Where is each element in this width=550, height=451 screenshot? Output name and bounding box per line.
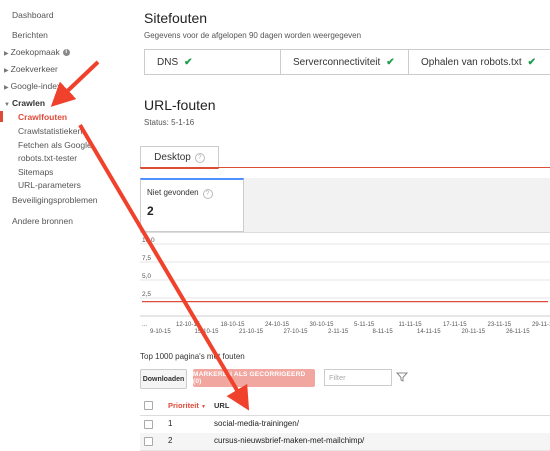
robots-fetch-label: Ophalen van robots.txt bbox=[421, 56, 522, 68]
tab-desktop-label: Desktop bbox=[154, 152, 191, 163]
x-tick-label: 26-11-15 bbox=[506, 329, 530, 335]
x-tick-label: 12-10-15 bbox=[176, 322, 201, 328]
x-tick-label: 5-11-15 bbox=[354, 322, 375, 328]
x-tick-label: 14-11-15 bbox=[417, 329, 441, 335]
not-found-label: Niet gevonden bbox=[147, 188, 199, 197]
x-tick-label: 18-10-15 bbox=[221, 322, 246, 328]
download-button[interactable]: Downloaden bbox=[140, 369, 187, 389]
priority-header-label: Prioriteit bbox=[168, 401, 199, 410]
x-tick-label: 21-10-15 bbox=[239, 329, 264, 335]
sidebar-item-url-parameters[interactable]: URL-parameters bbox=[18, 180, 81, 190]
select-all-checkbox[interactable] bbox=[144, 401, 153, 410]
sidebar-item-beveiligingsproblemen[interactable]: Beveiligingsproblemen bbox=[12, 195, 98, 205]
y-tick-label: 5,0 bbox=[142, 273, 151, 280]
robots-fetch-status[interactable]: Ophalen van robots.txt ✔ bbox=[409, 50, 550, 74]
help-icon[interactable]: ? bbox=[202, 189, 213, 199]
not-found-count: 2 bbox=[147, 204, 154, 218]
tab-desktop[interactable]: Desktop? bbox=[140, 146, 219, 169]
url-errors-chart: 10,0 7,5 5,0 2,5... 12-10-15 18-10-15 24-10-15… bbox=[140, 237, 550, 335]
expand-triangle-icon: ▶ bbox=[4, 51, 9, 57]
sidebar-item-zoekopmaak[interactable]: ▶ Zoekopmaak i bbox=[4, 47, 70, 57]
x-tick-label: 27-10-15 bbox=[284, 329, 309, 335]
info-icon[interactable]: i bbox=[62, 49, 70, 57]
x-tick-label: 30-10-15 bbox=[310, 322, 335, 328]
x-tick-label: 15-10-15 bbox=[195, 329, 220, 335]
sidebar-item-fetchen-als-google[interactable]: Fetchen als Google bbox=[18, 140, 92, 150]
row-url[interactable]: social-media-trainingen/ bbox=[214, 419, 299, 428]
server-connectivity-status[interactable]: Serverconnectiviteit ✔ bbox=[281, 50, 409, 74]
check-icon: ✔ bbox=[184, 56, 193, 68]
sidebar-nav: Dashboard Berichten ▶ Zoekopmaak i ▶ Zoekve… bbox=[0, 0, 128, 446]
sidebar-item-dashboard[interactable]: Dashboard bbox=[12, 10, 54, 20]
filter-input[interactable]: Filter bbox=[324, 369, 392, 386]
sidebar-item-label: Crawlen bbox=[11, 98, 46, 108]
sidebar-item-berichten[interactable]: Berichten bbox=[12, 30, 48, 40]
sidebar-item-label: Zoekverkeer bbox=[10, 64, 58, 74]
not-found-metric[interactable]: Niet gevonden? 2 bbox=[140, 178, 244, 232]
site-errors-status-box: DNS ✔ Serverconnectiviteit ✔ Ophalen van r… bbox=[144, 49, 550, 75]
url-errors-status: Status: 5-1-16 bbox=[144, 118, 195, 127]
tab-underline bbox=[140, 167, 550, 168]
sidebar-item-label: Zoekopmaak bbox=[10, 47, 60, 57]
y-tick-label: 10,0 bbox=[142, 237, 155, 244]
row-url[interactable]: cursus-nieuwsbrief-maken-met-mailchimp/ bbox=[214, 436, 364, 445]
x-tick-label: ... bbox=[142, 322, 147, 328]
x-tick-label: 24-10-15 bbox=[265, 322, 290, 328]
sidebar-item-robots-tester[interactable]: robots.txt-tester bbox=[18, 153, 77, 163]
sidebar-item-crawlen[interactable]: ▼ Crawlen bbox=[4, 98, 45, 108]
sidebar-item-google-index[interactable]: ▶ Google-index bbox=[4, 81, 61, 91]
dns-label: DNS bbox=[157, 56, 179, 68]
dns-status[interactable]: DNS ✔ bbox=[145, 50, 281, 74]
url-errors-title: URL-fouten bbox=[144, 97, 216, 113]
y-tick-label: 2,5 bbox=[142, 291, 151, 298]
x-tick-label: 23-11-15 bbox=[488, 322, 512, 328]
x-tick-label: 29-11-15 bbox=[532, 322, 550, 328]
sidebar-item-label: Google-index bbox=[10, 81, 62, 91]
row-checkbox[interactable] bbox=[144, 420, 153, 429]
table-header: Prioriteit ▼ URL bbox=[140, 395, 550, 416]
priority-column-header[interactable]: Prioriteit ▼ bbox=[168, 401, 206, 410]
site-errors-description: Gegevens voor de afgelopen 90 dagen word… bbox=[144, 31, 362, 40]
check-icon: ✔ bbox=[386, 56, 395, 68]
sidebar-item-sitemaps[interactable]: Sitemaps bbox=[18, 167, 53, 177]
x-tick-label: 20-11-15 bbox=[462, 329, 486, 335]
x-tick-label: 17-11-15 bbox=[443, 322, 467, 328]
url-column-header[interactable]: URL bbox=[214, 401, 229, 410]
row-checkbox[interactable] bbox=[144, 437, 153, 446]
mark-as-fixed-button[interactable]: MARKEREN ALS GECORRIGEERD (0) bbox=[193, 369, 315, 387]
expand-triangle-icon: ▶ bbox=[4, 68, 9, 74]
x-tick-label: 8-11-15 bbox=[373, 329, 394, 335]
check-icon: ✔ bbox=[527, 56, 537, 68]
expand-triangle-icon: ▶ bbox=[4, 85, 9, 91]
row-priority: 1 bbox=[168, 419, 173, 428]
row-priority: 2 bbox=[168, 436, 173, 445]
help-icon[interactable]: ? bbox=[194, 152, 205, 163]
x-tick-label: 11-11-15 bbox=[399, 322, 423, 328]
active-indicator bbox=[0, 111, 3, 122]
server-connectivity-label: Serverconnectiviteit bbox=[293, 56, 381, 68]
x-tick-label: 2-11-15 bbox=[328, 329, 349, 335]
table-row[interactable]: 2 cursus-nieuwsbrief-maken-met-mailchimp… bbox=[140, 433, 550, 451]
collapse-triangle-icon: ▼ bbox=[4, 102, 10, 108]
sidebar-item-crawlfouten[interactable]: Crawlfouten bbox=[18, 112, 67, 122]
sidebar-item-andere-bronnen[interactable]: Andere bronnen bbox=[12, 216, 73, 226]
table-row[interactable]: 1 social-media-trainingen/ bbox=[140, 416, 550, 434]
y-tick-label: 7,5 bbox=[142, 255, 151, 262]
sort-desc-icon: ▼ bbox=[200, 404, 206, 410]
filter-funnel-icon[interactable] bbox=[396, 371, 408, 383]
table-title: Top 1000 pagina's met fouten bbox=[140, 352, 245, 361]
sidebar-item-crawlstatistieken[interactable]: Crawlstatistieken bbox=[18, 126, 82, 136]
sidebar-item-zoekverkeer[interactable]: ▶ Zoekverkeer bbox=[4, 64, 58, 74]
x-tick-label: 9-10-15 bbox=[150, 329, 171, 335]
site-errors-title: Sitefouten bbox=[144, 10, 208, 26]
